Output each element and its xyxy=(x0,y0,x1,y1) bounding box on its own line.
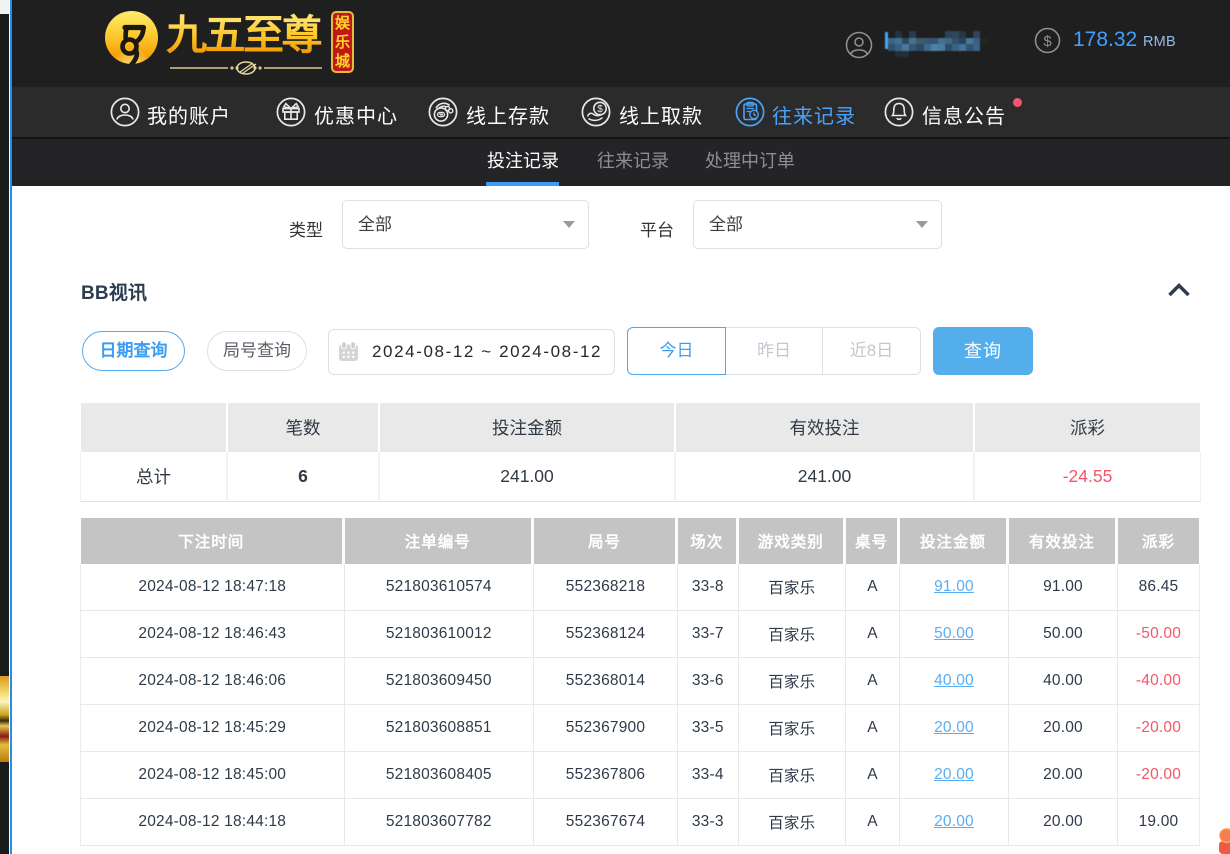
svg-text:$: $ xyxy=(597,104,603,115)
svg-text:$: $ xyxy=(1043,33,1052,50)
